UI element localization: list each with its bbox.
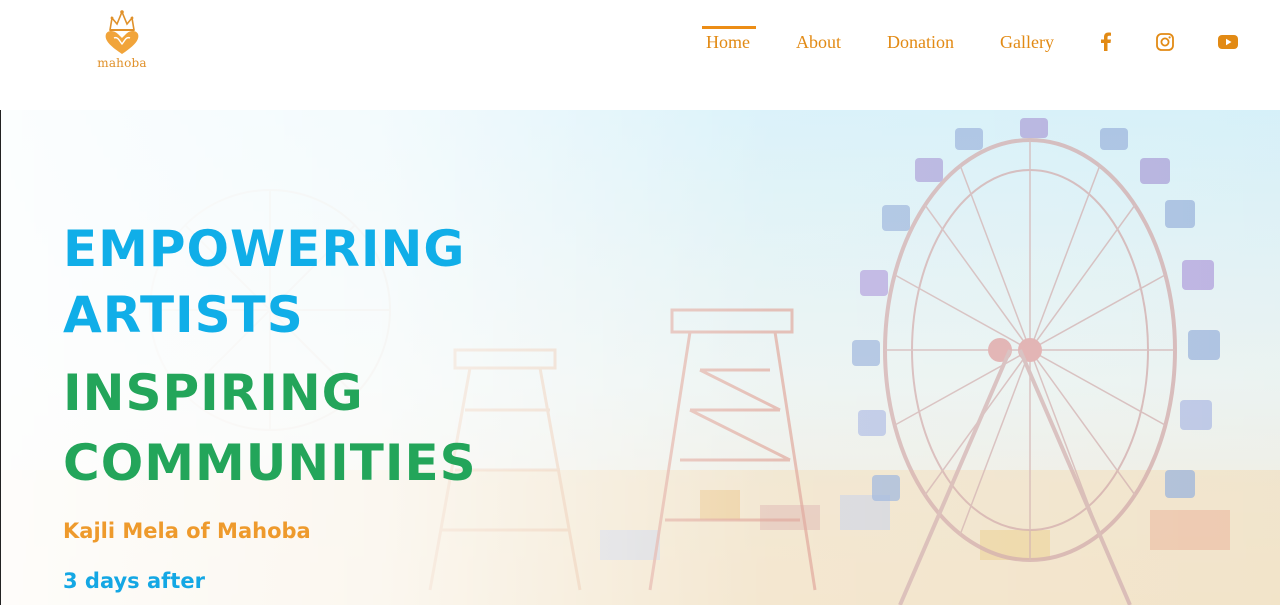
nav-home-link[interactable]: Home (702, 26, 756, 53)
logo-wordmark: mahoba (97, 56, 147, 70)
youtube-icon (1218, 35, 1238, 49)
headline-artists: ARTISTS (63, 286, 304, 344)
hero-left-border (0, 110, 1, 605)
nav-gallery-link[interactable]: Gallery (1000, 32, 1054, 53)
instagram-icon (1156, 33, 1174, 51)
headline-empowering: EMPOWERING (63, 220, 466, 278)
instagram-link[interactable] (1153, 30, 1177, 54)
mahoba-logo[interactable]: mahoba (92, 8, 152, 72)
facebook-icon (1101, 32, 1111, 51)
crown-heart-logo-icon (105, 9, 139, 54)
event-name: Kajli Mela of Mahoba (63, 519, 311, 543)
headline-inspiring: INSPIRING (63, 364, 364, 422)
nav-about-link[interactable]: About (796, 32, 841, 53)
facebook-link[interactable] (1094, 30, 1118, 54)
event-timing: 3 days after (63, 569, 205, 593)
headline-communities: COMMUNITIES (63, 434, 477, 492)
top-navigation-bar: mahoba Home About Donation Gallery (0, 0, 1280, 110)
nav-donation-link[interactable]: Donation (887, 32, 954, 53)
youtube-link[interactable] (1216, 30, 1240, 54)
